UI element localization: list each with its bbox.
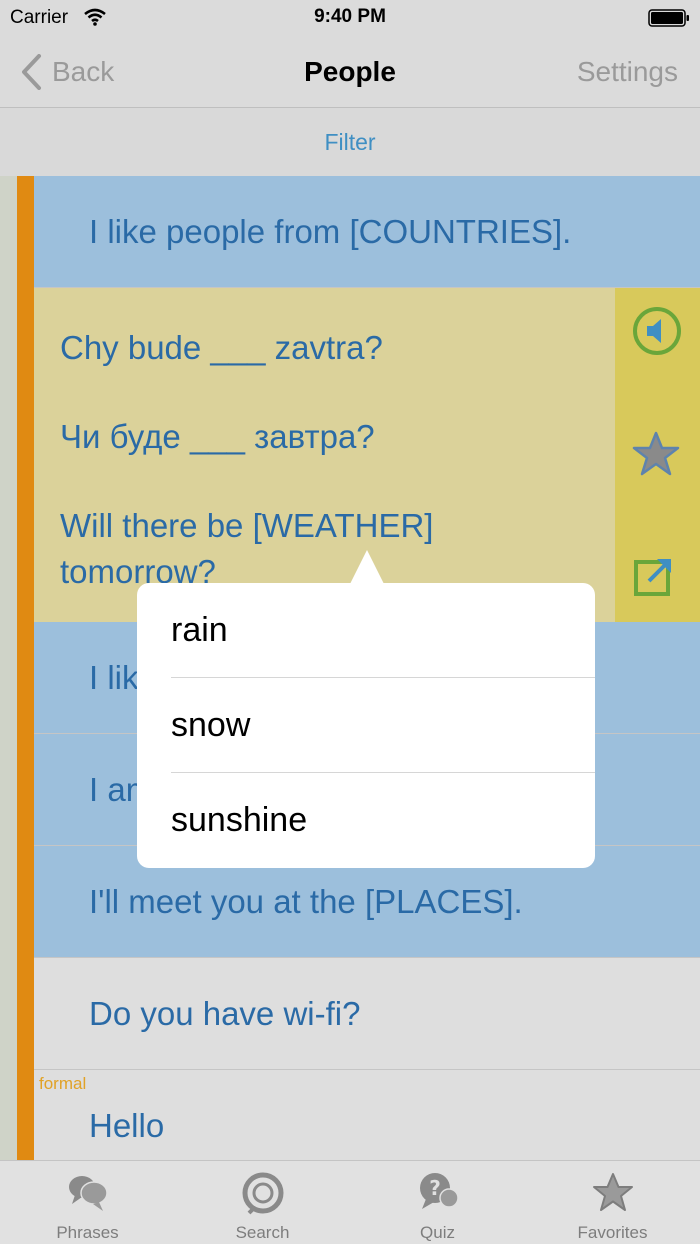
- popover-option[interactable]: rain: [137, 583, 595, 678]
- navigation-bar: Back People Settings: [0, 36, 700, 108]
- tab-label: Quiz: [420, 1223, 455, 1242]
- question-bubble-icon: ?: [420, 1173, 459, 1209]
- tab-label: Search: [235, 1223, 290, 1242]
- clock: 9:40 PM: [314, 6, 386, 27]
- phrase-text: Do you have wi-fi?: [89, 995, 361, 1032]
- speech-bubbles-icon: [69, 1176, 108, 1211]
- option-label: rain: [171, 611, 228, 649]
- filter-button[interactable]: Filter: [0, 129, 700, 156]
- popover-option[interactable]: sunshine: [137, 773, 595, 868]
- phrase-row[interactable]: Do you have wi-fi?: [34, 958, 700, 1070]
- phrase-text: I like people from [COUNTRIES].: [89, 213, 572, 250]
- tab-search[interactable]: Search: [175, 1161, 350, 1244]
- tab-label: Favorites: [577, 1223, 648, 1242]
- phrase-text: I'll meet you at the [PLACES].: [89, 883, 523, 920]
- phrase-row[interactable]: formal Hello: [34, 1070, 700, 1160]
- tab-favorites[interactable]: Favorites: [525, 1161, 700, 1244]
- transliteration-text: Chy bude ___ zavtra?: [60, 329, 383, 366]
- tab-bar: Phrases Search ? Quiz Favorites: [0, 1160, 700, 1244]
- english-text-line-1: Will there be [WEATHER]: [60, 507, 434, 544]
- star-icon[interactable]: [631, 430, 681, 483]
- tab-label: Phrases: [56, 1223, 119, 1242]
- popover-option[interactable]: snow: [137, 678, 595, 773]
- speaker-icon[interactable]: [631, 305, 683, 362]
- category-color-bar: [17, 176, 34, 1160]
- status-bar: Carrier 9:40 PM: [0, 0, 700, 36]
- tab-phrases[interactable]: Phrases: [0, 1161, 175, 1244]
- phrase-row[interactable]: I like people from [COUNTRIES].: [34, 176, 700, 288]
- left-gutter: [0, 176, 17, 1160]
- word-options-popover: rain snow sunshine: [137, 583, 595, 868]
- settings-button[interactable]: Settings: [577, 56, 678, 88]
- search-icon: [242, 1172, 284, 1215]
- popover-arrow: [350, 550, 384, 584]
- formality-tag: formal: [39, 1074, 87, 1093]
- ukrainian-text: Чи буде ___ завтра?: [60, 418, 375, 455]
- action-column: [615, 288, 700, 622]
- star-icon: [593, 1173, 633, 1211]
- battery-icon: [648, 9, 690, 27]
- svg-text:?: ?: [429, 1176, 441, 1200]
- phrase-text: Hello: [89, 1107, 165, 1144]
- option-label: snow: [171, 706, 251, 744]
- share-icon[interactable]: [631, 553, 677, 604]
- option-label: sunshine: [171, 801, 308, 839]
- filter-bar: Filter: [0, 109, 700, 176]
- tab-quiz[interactable]: ? Quiz: [350, 1161, 525, 1244]
